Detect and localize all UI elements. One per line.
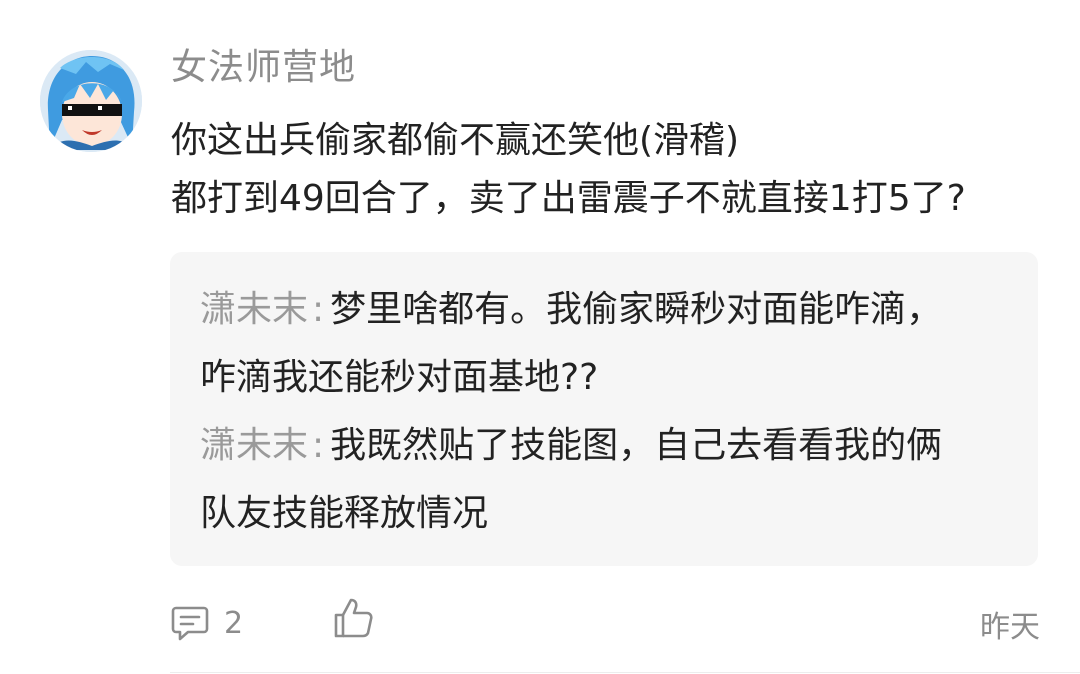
divider [170, 672, 1080, 673]
reply-count: 2 [224, 605, 244, 641]
reply-button[interactable]: 2 [170, 598, 243, 648]
reply-line: 潇未末: 梦里啥都有。我偷家瞬秒对面能咋滴， [200, 276, 1020, 344]
like-button[interactable] [332, 596, 382, 646]
reply-colon: : [312, 425, 325, 466]
reply-text: 我既然贴了技能图，自己去看看我的俩 [330, 425, 943, 466]
reply-author[interactable]: 潇未末 [200, 289, 308, 330]
anime-avatar-image [40, 50, 142, 152]
reply-line: 潇未末: 我既然贴了技能图，自己去看看我的俩 [200, 412, 1020, 480]
reply-line: 队友技能释放情况 [200, 493, 489, 534]
reply-colon: : [312, 289, 325, 330]
reply-item[interactable]: 潇未末: 我既然贴了技能图，自己去看看我的俩 队友技能释放情况 [200, 412, 1020, 548]
reply-text: 梦里啥都有。我偷家瞬秒对面能咋滴， [330, 289, 943, 330]
avatar[interactable] [40, 50, 142, 152]
replies-panel[interactable]: 潇未末: 梦里啥都有。我偷家瞬秒对面能咋滴， 咋滴我还能秒对面基地?? 潇未末: 我… [170, 252, 1038, 566]
reply-author[interactable]: 潇未末 [200, 425, 308, 466]
comment-card: 女法师营地 你这出兵偷家都偷不赢还笑他(滑稽) 都打到49回合了，卖了出雷震子不… [0, 0, 1080, 674]
comment-line: 你这出兵偷家都偷不赢还笑他(滑稽) [171, 120, 740, 161]
timestamp: 昨天 [980, 610, 1040, 645]
comment-body: 你这出兵偷家都偷不赢还笑他(滑稽) 都打到49回合了，卖了出雷震子不就直接1打5… [171, 112, 1051, 228]
comment-username[interactable]: 女法师营地 [171, 46, 356, 90]
thumbs-up-icon [334, 598, 373, 638]
comment-line: 都打到49回合了，卖了出雷震子不就直接1打5了? [171, 178, 966, 219]
reply-line: 咋滴我还能秒对面基地?? [200, 357, 599, 398]
action-bar: 2 昨天 [170, 596, 1040, 650]
reply-item[interactable]: 潇未末: 梦里啥都有。我偷家瞬秒对面能咋滴， 咋滴我还能秒对面基地?? [200, 276, 1020, 412]
comment-bubble-icon [171, 606, 209, 641]
